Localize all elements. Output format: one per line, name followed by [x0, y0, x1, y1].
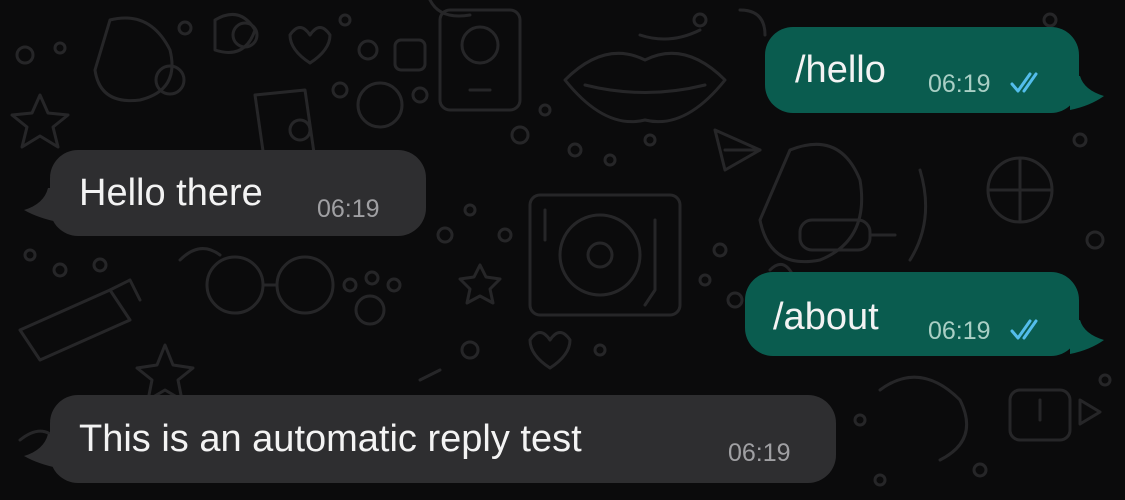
- double-check-read-icon: [1010, 319, 1038, 340]
- message-text: /hello: [795, 49, 886, 91]
- bubble-tail: [1070, 76, 1104, 110]
- message-text: This is an automatic reply test: [79, 418, 582, 460]
- message-text: /about: [773, 296, 879, 338]
- outgoing-message-bubble[interactable]: /about 06:19: [745, 272, 1079, 356]
- message-timestamp: 06:19: [728, 439, 791, 467]
- outgoing-message-bubble[interactable]: /hello 06:19: [765, 27, 1079, 113]
- message-text: Hello there: [79, 172, 263, 214]
- message-timestamp: 06:19: [928, 317, 991, 345]
- message-timestamp: 06:19: [928, 70, 991, 98]
- incoming-message-bubble[interactable]: This is an automatic reply test 06:19: [50, 395, 836, 483]
- double-check-read-icon: [1010, 72, 1038, 93]
- bubble-tail: [24, 188, 58, 222]
- message-timestamp: 06:19: [317, 195, 380, 223]
- bubble-tail: [24, 434, 58, 468]
- incoming-message-bubble[interactable]: Hello there 06:19: [50, 150, 426, 236]
- bubble-tail: [1070, 320, 1104, 354]
